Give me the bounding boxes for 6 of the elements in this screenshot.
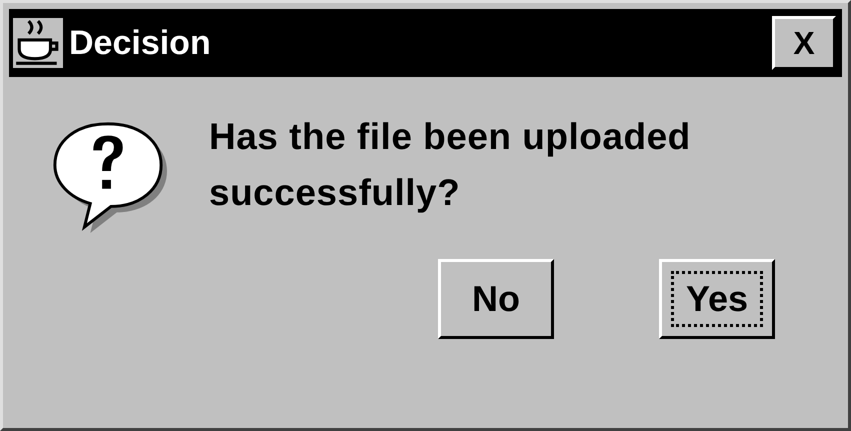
- coffee-cup-icon: [13, 18, 63, 68]
- close-button[interactable]: X: [772, 16, 836, 70]
- dialog-button[interactable]: No: [438, 259, 554, 339]
- window-title: Decision: [69, 24, 212, 62]
- dialog-button[interactable]: Yes: [659, 259, 775, 339]
- message-text: Has the file been uploaded successfully?: [209, 115, 692, 215]
